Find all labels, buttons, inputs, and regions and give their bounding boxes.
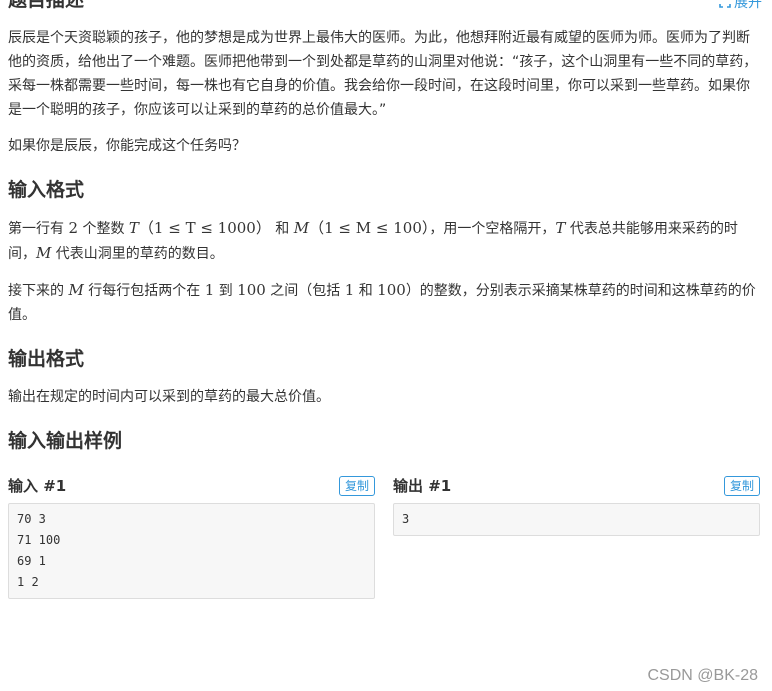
sample-input-head: 输入 #1 复制 [8,473,375,499]
sample-output-head: 输出 #1 复制 [393,473,760,499]
sample-input-line: 69 1 [17,554,46,568]
input-format-title: 输入格式 [8,179,85,201]
description-title: 题目描述 [8,0,85,11]
sample-output-line: 3 [402,512,410,526]
sample-input-line: 1 2 [17,575,39,589]
watermark: CSDN @BK-28 [647,667,759,684]
description-question: 如果你是辰辰，你能完成这个任务吗？ [8,138,246,154]
description-paragraph: 辰辰是个天资聪颖的孩子，他的梦想是成为世界上最伟大的医师。为此，他想拜附近最有威… [8,30,758,118]
sample-output-title: 输出 #1 [393,477,452,495]
output-format-paragraph: 输出在规定的时间内可以采到的草药的最大总价值。 [8,389,330,405]
sample-input-title: 输入 #1 [8,477,67,495]
expand-icon [719,0,731,8]
input-format-paragraph-1: 第一行有 2 个整数 T（1 ≤ T ≤ 1000） 和 M（1 ≤ M ≤ 1… [8,219,738,262]
output-format-header: 输出格式 [8,345,760,373]
sample-output: 输出 #1 复制 3 [393,473,760,599]
input-format-paragraph-2: 接下来的 M 行每行包括两个在 1 到 100 之间（包括 1 和 100）的整… [8,281,756,323]
sample-input: 输入 #1 复制 70 3 71 100 69 1 1 2 [8,473,375,599]
output-format-title: 输出格式 [8,348,85,370]
copy-output-button[interactable]: 复制 [723,476,760,496]
expand-button[interactable]: 展开 [719,0,762,12]
samples-title: 输入输出样例 [8,430,123,452]
sample-input-line: 70 3 [17,512,46,526]
description-header: 题目描述 展开 [8,0,762,14]
problem-page: 题目描述 展开 辰辰是个天资聪颖的孩子，他的梦想是成为世界上最伟大的医师。为此，… [8,0,762,599]
samples-container: 输入 #1 复制 70 3 71 100 69 1 1 2 输出 #1 复制 3 [8,473,760,599]
sample-input-line: 71 100 [17,533,61,547]
sample-output-box[interactable]: 3 [393,503,760,536]
expand-label: 展开 [734,0,762,11]
sample-input-box[interactable]: 70 3 71 100 69 1 1 2 [8,503,375,599]
input-format-header: 输入格式 [8,176,760,204]
copy-input-button[interactable]: 复制 [338,476,375,496]
samples-header: 输入输出样例 [8,427,760,455]
